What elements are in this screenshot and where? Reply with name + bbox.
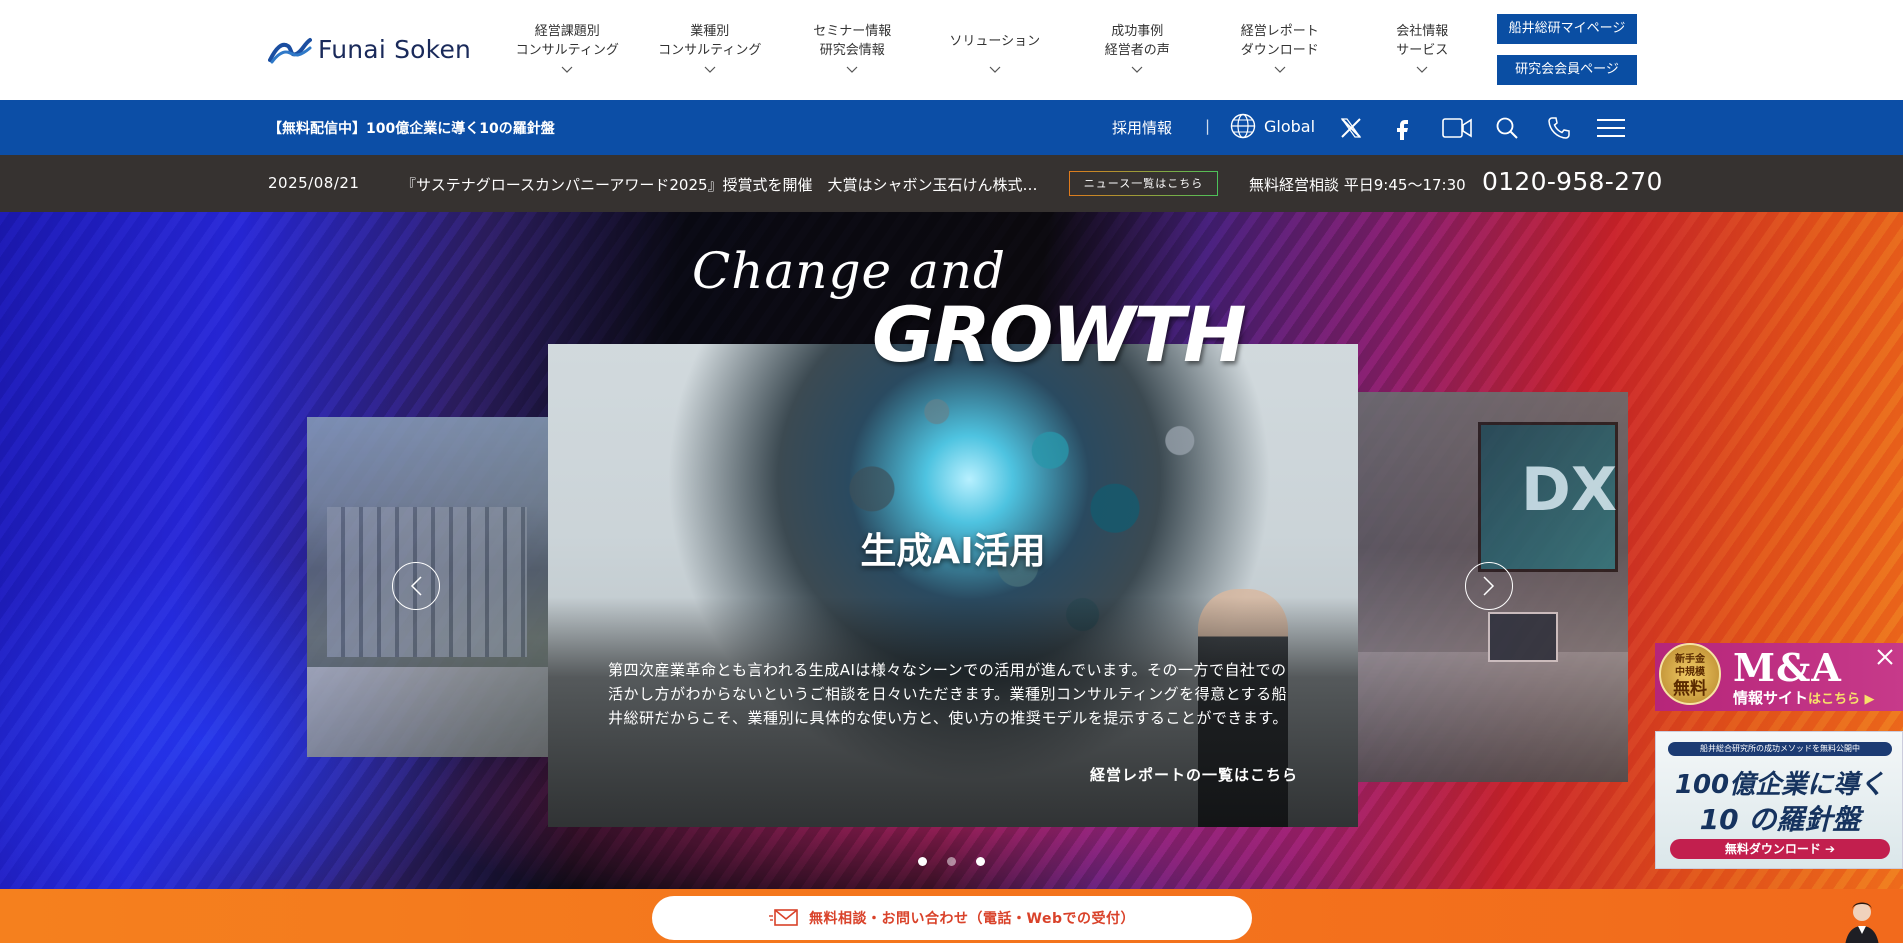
laptop-image [1488, 612, 1558, 662]
badge-free-text: 無料 [1673, 679, 1707, 699]
close-icon[interactable] [1875, 647, 1895, 667]
phone-icon[interactable] [1545, 114, 1573, 142]
desk-image [1358, 652, 1628, 782]
promo-link[interactable]: 【無料配信中】100億企業に導く10の羅針盤 [268, 118, 555, 138]
facebook-icon[interactable] [1389, 114, 1417, 142]
compass-ebook-banner[interactable]: 船井総合研究所の成功メソッドを無料公開中 100億企業に導く 10 の羅針盤 無… [1655, 731, 1903, 869]
nav-issue-consulting[interactable]: 経営課題別 コンサルティング [496, 22, 639, 74]
utility-bar: 【無料配信中】100億企業に導く10の羅針盤 採用情報 | Global [0, 100, 1903, 155]
news-bar: 2025/08/21 『サステナグロースカンパニーアワード2025』授賞式を開催… [0, 155, 1903, 212]
slide-active[interactable]: 生成AI活用 第四次産業革命とも言われる生成AIは様々なシーンでの活用が進んでい… [548, 344, 1358, 827]
nav-success-cases[interactable]: 成功事例 経営者の声 [1066, 22, 1209, 74]
free-badge: 新手金 中規模 無料 [1659, 643, 1721, 705]
chevron-down-icon [1416, 66, 1428, 73]
tagline-growth: GROWTH [872, 290, 1247, 379]
nav-label-line2: サービス [1396, 43, 1449, 58]
site-header: Funai Soken 経営課題別 コンサルティング 業種別 コンサルティング … [0, 0, 1903, 100]
slide-dot-3[interactable] [976, 857, 985, 866]
nav-label-line2: ダウンロード [1240, 43, 1319, 58]
member-page-button[interactable]: 研究会会員ページ [1497, 55, 1637, 85]
mail-icon [769, 909, 798, 926]
x-icon[interactable] [1337, 114, 1365, 142]
funai-soken-logo[interactable]: Funai Soken [268, 34, 471, 64]
slide-title: 生成AI活用 [860, 531, 1046, 572]
nav-label-line1: セミナー情報 [813, 24, 892, 39]
chevron-right-icon [1483, 576, 1495, 596]
chevron-down-icon [846, 66, 858, 73]
ma-info-banner[interactable]: 新手金 中規模 無料 M&A 情報サイトはこちら ▶ [1655, 643, 1903, 711]
operator-avatar-icon [1845, 902, 1879, 943]
hero-section: DX Change and GROWTH 生成AI活用 第四次産業革命とも言われ… [0, 212, 1903, 889]
nav-seminar[interactable]: セミナー情報 研究会情報 [781, 22, 924, 74]
ebook-title-line2: 10 の羅針盤 [1699, 803, 1861, 836]
consult-hours: 無料経営相談 平日9:45〜17:30 [1249, 176, 1466, 194]
global-label: Global [1264, 116, 1316, 136]
chevron-down-icon [561, 66, 573, 73]
nav-label-line1: 成功事例 [1111, 24, 1164, 39]
ma-title: M&A [1733, 645, 1842, 690]
nav-label-line1: 業種別 [690, 24, 730, 39]
badge-top-text: 新手金 [1675, 654, 1705, 665]
next-slide-button[interactable] [1465, 562, 1513, 610]
menu-icon[interactable] [1596, 114, 1626, 142]
news-headline[interactable]: 『サステナグロースカンパニーアワード2025』授賞式を開催 大賞はシャボン玉石け… [401, 174, 1041, 195]
nav-label-line2: コンサルティング [515, 43, 619, 58]
free-download-button[interactable]: 無料ダウンロード ➔ [1670, 839, 1890, 859]
slide-dot-2[interactable] [947, 857, 956, 866]
ma-subtitle-link: はこちら ▶ [1808, 692, 1875, 707]
slide-dot-1[interactable] [918, 857, 927, 866]
search-icon[interactable] [1493, 114, 1521, 142]
nav-industry-consulting[interactable]: 業種別 コンサルティング [639, 22, 782, 74]
chevron-down-icon [704, 66, 716, 73]
chevron-down-icon [1131, 66, 1143, 73]
news-date: 2025/08/21 [268, 174, 360, 192]
road-image [307, 667, 552, 757]
nav-label-line1: ソリューション [949, 34, 1041, 49]
nav-label-line1: 会社情報 [1396, 24, 1449, 39]
slide-pagination [918, 857, 985, 866]
video-icon[interactable] [1441, 114, 1473, 142]
global-link[interactable]: Global [1230, 113, 1315, 139]
phone-number[interactable]: 0120-958-270 [1482, 167, 1663, 196]
contact-bar: 無料相談・お問い合わせ（電話・Webでの受付） [0, 889, 1903, 943]
main-nav: 経営課題別 コンサルティング 業種別 コンサルティング セミナー情報 研究会情報… [496, 22, 1494, 74]
logo-text: Funai Soken [318, 34, 472, 64]
nav-label-line2: 経営者の声 [1104, 43, 1170, 58]
slide-description: 第四次産業革命とも言われる生成AIは様々なシーンでの活用が進んでいます。その一方… [608, 661, 1288, 727]
chevron-down-icon [989, 66, 1001, 73]
prev-slide-button[interactable] [392, 562, 440, 610]
chevron-left-icon [410, 576, 422, 596]
nav-label-line1: 経営レポート [1240, 24, 1319, 39]
globe-icon [1230, 113, 1256, 139]
mypage-button[interactable]: 船井総研マイページ [1497, 14, 1637, 44]
wave-logo-icon [268, 38, 312, 64]
divider: | [1205, 117, 1211, 135]
contact-button[interactable]: 無料相談・お問い合わせ（電話・Webでの受付） [652, 896, 1879, 943]
news-list-button[interactable]: ニュース一覧はこちら [1069, 171, 1218, 196]
ma-subtitle-main: 情報サイト [1733, 689, 1809, 707]
badge-mid-text: 中規模 [1675, 667, 1705, 678]
nav-company-info[interactable]: 会社情報 サービス [1351, 22, 1494, 74]
dx-text: DX [1521, 455, 1618, 525]
ebook-top-ribbon: 船井総合研究所の成功メソッドを無料公開中 [1668, 742, 1892, 756]
ebook-title-line1: 100億企業に導く [1674, 770, 1886, 800]
report-list-link[interactable]: 経営レポートの一覧はこちら [1090, 764, 1298, 785]
dx-screen-image: DX [1478, 422, 1618, 572]
nav-report-download[interactable]: 経営レポート ダウンロード [1209, 22, 1352, 74]
nav-label-line2: コンサルティング [658, 43, 762, 58]
chevron-down-icon [1274, 66, 1286, 73]
nav-solution[interactable]: ソリューション [924, 22, 1067, 74]
nav-label-line2: 研究会情報 [819, 43, 885, 58]
contact-label: 無料相談・お問い合わせ（電話・Webでの受付） [809, 911, 1135, 927]
recruit-link[interactable]: 採用情報 [1112, 117, 1172, 138]
nav-label-line1: 経営課題別 [534, 24, 600, 39]
ma-subtitle: 情報サイトはこちら ▶ [1733, 687, 1875, 708]
